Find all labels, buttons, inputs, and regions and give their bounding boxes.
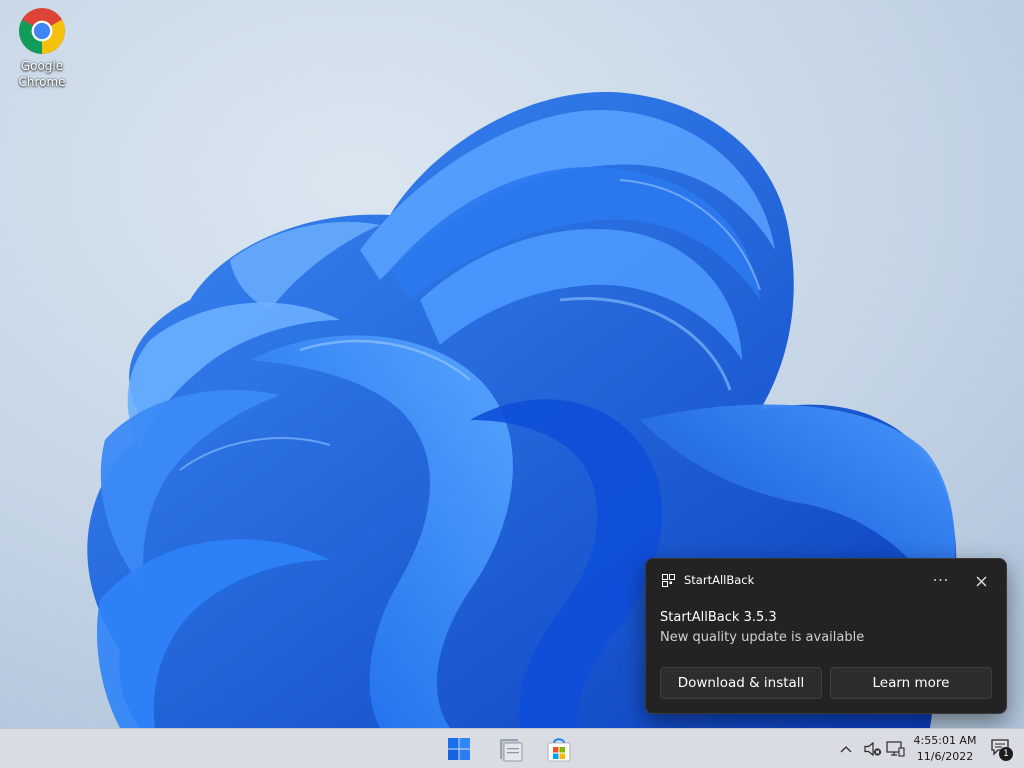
microsoft-store-taskbar-button[interactable]	[542, 732, 576, 766]
volume-muted-icon	[864, 741, 882, 757]
startallback-app-icon	[662, 574, 675, 587]
clock-date: 11/6/2022	[916, 750, 974, 763]
taskbar: 4:55:01 AM 11/6/2022 1	[0, 728, 1024, 768]
store-icon	[547, 738, 571, 762]
network-icon	[886, 741, 905, 757]
chevron-up-icon	[840, 746, 852, 753]
download-install-button[interactable]: Download & install	[660, 667, 822, 699]
close-icon	[976, 576, 986, 586]
toast-header: StartAllBack ···	[646, 559, 1006, 603]
toast-close-button[interactable]	[968, 569, 994, 593]
toast-title: StartAllBack 3.5.3	[660, 610, 777, 625]
learn-more-button[interactable]: Learn more	[830, 667, 992, 699]
desktop-icon-label: Google Chrome	[18, 59, 66, 89]
show-hidden-icons-button[interactable]	[838, 738, 854, 760]
toast-app-name: StartAllBack	[684, 573, 755, 587]
taskbar-clock[interactable]: 4:55:01 AM 11/6/2022	[908, 731, 982, 767]
volume-button[interactable]	[862, 738, 884, 760]
start-button[interactable]	[442, 732, 476, 766]
network-button[interactable]	[884, 738, 906, 760]
folder-icon	[500, 739, 523, 762]
toast-more-options-button[interactable]: ···	[928, 569, 954, 593]
file-explorer-taskbar-button[interactable]	[494, 732, 528, 766]
notification-center-button[interactable]: 1	[988, 737, 1016, 763]
toast-subtitle: New quality update is available	[660, 630, 865, 645]
notification-count-badge: 1	[999, 747, 1013, 761]
clock-time: 4:55:01 AM	[913, 734, 977, 747]
windows-start-icon	[448, 738, 470, 760]
startallback-toast[interactable]: StartAllBack ··· StartAllBack 3.5.3 New …	[645, 558, 1007, 714]
chrome-icon	[19, 8, 65, 54]
desktop-icon-google-chrome[interactable]: Google Chrome	[8, 6, 76, 90]
